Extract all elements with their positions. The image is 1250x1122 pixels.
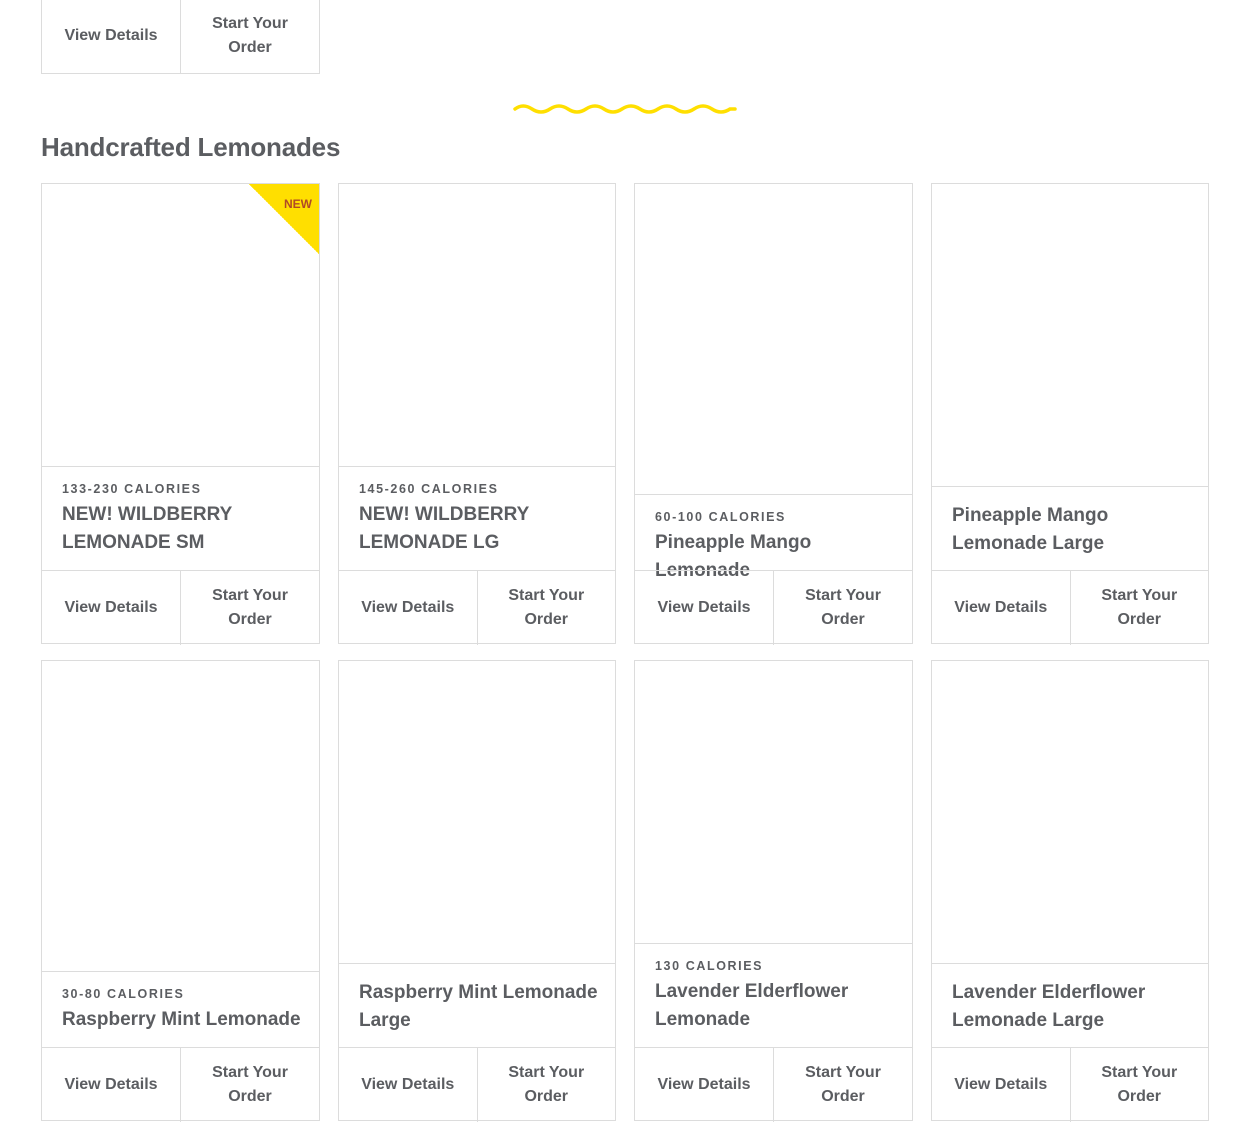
card-actions: View Details Start Your Order xyxy=(42,570,319,645)
product-card: 30-80 CALORIES Raspberry Mint Lemonade V… xyxy=(41,660,320,1122)
product-card: 130 CALORIES Lavender Elderflower Lemona… xyxy=(634,660,913,1122)
product-calories: 130 CALORIES xyxy=(655,959,764,973)
card-actions: View Details Start Your Order xyxy=(932,1047,1208,1122)
card-actions: View Details Start Your Order xyxy=(339,570,615,645)
product-calories: 30-80 CALORIES xyxy=(62,987,185,1001)
view-details-button[interactable]: View Details xyxy=(635,571,773,645)
wavy-divider xyxy=(513,104,737,114)
card-actions: View Details Start Your Order xyxy=(932,570,1208,645)
product-image[interactable] xyxy=(42,661,319,972)
product-card: 60-100 CALORIES Pineapple Mango Lemonade… xyxy=(634,183,913,645)
view-details-button[interactable]: View Details xyxy=(339,1048,477,1122)
view-details-button[interactable]: View Details xyxy=(42,0,180,73)
start-order-button[interactable]: Start Your Order xyxy=(476,571,616,645)
product-calories: 133-230 CALORIES xyxy=(62,482,202,496)
card-actions: View Details Start Your Order xyxy=(635,570,912,645)
view-details-button[interactable]: View Details xyxy=(932,571,1070,645)
product-name[interactable]: Raspberry Mint Lemonade Large xyxy=(359,979,599,1035)
product-image[interactable] xyxy=(635,661,912,944)
product-name[interactable]: Lavender Elderflower Lemonade xyxy=(655,978,896,1034)
product-card: Raspberry Mint Lemonade Large View Detai… xyxy=(338,660,616,1122)
product-image[interactable] xyxy=(635,184,912,495)
view-details-button[interactable]: View Details xyxy=(42,1048,180,1122)
view-details-button[interactable]: View Details xyxy=(42,571,180,645)
product-card: 145-260 CALORIES NEW! WILDBERRY LEMONADE… xyxy=(338,183,616,645)
view-details-button[interactable]: View Details xyxy=(932,1048,1070,1122)
card-actions: View Details Start Your Order xyxy=(339,1047,615,1122)
product-name[interactable]: NEW! WILDBERRY LEMONADE SM xyxy=(62,501,303,557)
product-image[interactable] xyxy=(339,661,615,964)
start-order-button[interactable]: Start Your Order xyxy=(180,571,319,645)
section-title: Handcrafted Lemonades xyxy=(41,132,341,162)
product-card: Lavender Elderflower Lemonade Large View… xyxy=(931,660,1209,1122)
start-order-button[interactable]: Start Your Order xyxy=(476,1048,616,1122)
product-image[interactable] xyxy=(932,661,1208,964)
product-name[interactable]: NEW! WILDBERRY LEMONADE LG xyxy=(359,501,599,557)
start-order-button[interactable]: Start Your Order xyxy=(773,1048,912,1122)
card-actions: View Details Start Your Order xyxy=(42,0,319,73)
product-card-partial: View Details Start Your Order xyxy=(41,0,320,74)
product-calories: 60-100 CALORIES xyxy=(655,510,786,524)
start-order-button[interactable]: Start Your Order xyxy=(1069,1048,1209,1122)
product-name[interactable]: Raspberry Mint Lemonade xyxy=(62,1006,303,1034)
start-order-button[interactable]: Start Your Order xyxy=(1069,571,1209,645)
card-actions: View Details Start Your Order xyxy=(42,1047,319,1122)
badge-label: NEW xyxy=(284,197,312,211)
product-calories: 145-260 CALORIES xyxy=(359,482,499,496)
view-details-button[interactable]: View Details xyxy=(635,1048,773,1122)
card-actions: View Details Start Your Order xyxy=(635,1047,912,1122)
view-details-button[interactable]: View Details xyxy=(339,571,477,645)
product-image[interactable]: NEW xyxy=(42,184,319,467)
start-order-button[interactable]: Start Your Order xyxy=(773,571,912,645)
product-image[interactable] xyxy=(339,184,615,467)
product-name[interactable]: Pineapple Mango Lemonade Large xyxy=(952,502,1192,558)
new-badge: NEW xyxy=(249,184,319,254)
product-image[interactable] xyxy=(932,184,1208,487)
product-card: NEW 133-230 CALORIES NEW! WILDBERRY LEMO… xyxy=(41,183,320,645)
product-name[interactable]: Lavender Elderflower Lemonade Large xyxy=(952,979,1192,1035)
start-order-button[interactable]: Start Your Order xyxy=(180,0,319,73)
start-order-button[interactable]: Start Your Order xyxy=(180,1048,319,1122)
product-card: Pineapple Mango Lemonade Large View Deta… xyxy=(931,183,1209,645)
